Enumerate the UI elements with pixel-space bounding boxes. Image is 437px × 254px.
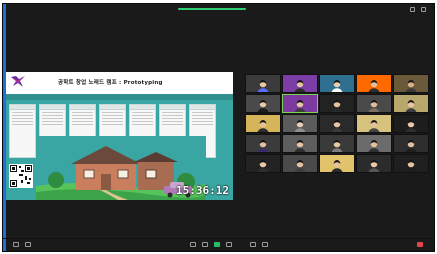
mic-icon[interactable] xyxy=(13,242,19,247)
participant-tile[interactable] xyxy=(282,74,318,93)
participant-tile[interactable] xyxy=(356,114,392,133)
end-meeting-button[interactable] xyxy=(417,242,423,247)
qr-code xyxy=(9,164,33,188)
participant-video-icon xyxy=(368,80,380,92)
record-icon[interactable] xyxy=(250,242,256,247)
participant-video-icon xyxy=(257,160,269,172)
slide-header: 공학트 창업 노래드 캠프 : Prototyping xyxy=(6,72,233,94)
view-icon[interactable] xyxy=(410,7,415,12)
participant-video-icon xyxy=(368,160,380,172)
participant-video-icon xyxy=(294,160,306,172)
participant-video-icon xyxy=(257,80,269,92)
video-meeting-window: 공학트 창업 노래드 캠프 : Prototyping 15:36:12 xyxy=(2,3,435,252)
participant-video-icon xyxy=(368,140,380,152)
active-speaker-indicator xyxy=(178,8,246,10)
participant-tile[interactable] xyxy=(245,74,281,93)
participant-tile[interactable] xyxy=(245,114,281,133)
chat-icon[interactable] xyxy=(226,242,232,247)
meeting-toolbar xyxy=(3,239,434,251)
participant-tile[interactable] xyxy=(356,134,392,153)
participant-video-icon xyxy=(294,140,306,152)
logo-icon xyxy=(11,76,25,87)
participant-video-icon xyxy=(257,100,269,112)
participant-tile[interactable] xyxy=(319,134,355,153)
participant-video-icon xyxy=(331,120,343,132)
participant-tile[interactable] xyxy=(245,94,281,113)
participant-video-icon xyxy=(331,80,343,92)
participant-gallery xyxy=(245,74,433,196)
share-screen-icon[interactable] xyxy=(214,242,220,247)
participant-video-icon xyxy=(294,100,306,112)
top-right-controls xyxy=(410,7,426,12)
participant-tile[interactable] xyxy=(393,134,429,153)
participant-tile[interactable] xyxy=(319,154,355,173)
participant-tile[interactable] xyxy=(393,94,429,113)
reactions-icon[interactable] xyxy=(262,242,268,247)
top-strip xyxy=(3,4,434,18)
participant-video-icon xyxy=(257,120,269,132)
security-icon[interactable] xyxy=(190,242,196,247)
timer-overlay: 15:36:12 xyxy=(176,184,229,197)
participant-video-icon xyxy=(294,80,306,92)
participant-tile[interactable] xyxy=(282,154,318,173)
participant-tile[interactable] xyxy=(282,134,318,153)
participant-tile[interactable] xyxy=(356,94,392,113)
participant-tile[interactable] xyxy=(319,114,355,133)
participant-tile[interactable] xyxy=(356,154,392,173)
participants-icon[interactable] xyxy=(202,242,208,247)
participant-tile[interactable] xyxy=(393,114,429,133)
participant-tile[interactable] xyxy=(282,94,318,113)
camera-icon[interactable] xyxy=(25,242,31,247)
screen: 공학트 창업 노래드 캠프 : Prototyping 15:36:12 xyxy=(0,0,437,254)
participant-video-icon xyxy=(405,140,417,152)
participant-video-icon xyxy=(405,80,417,92)
participant-video-icon xyxy=(405,120,417,132)
participant-tile[interactable] xyxy=(245,134,281,153)
board-card xyxy=(9,104,36,158)
participant-tile[interactable] xyxy=(282,114,318,133)
participant-tile[interactable] xyxy=(393,154,429,173)
participant-video-icon xyxy=(257,140,269,152)
participant-video-icon xyxy=(331,140,343,152)
participant-tile[interactable] xyxy=(245,154,281,173)
participant-video-icon xyxy=(294,120,306,132)
participant-video-icon xyxy=(331,160,343,172)
participant-tile[interactable] xyxy=(319,74,355,93)
participant-tile[interactable] xyxy=(319,94,355,113)
slide-body: 15:36:12 xyxy=(6,94,233,200)
participant-video-icon xyxy=(368,120,380,132)
slide-title: 공학트 창업 노래드 캠프 : Prototyping xyxy=(58,80,163,86)
shared-screen: 공학트 창업 노래드 캠프 : Prototyping 15:36:12 xyxy=(6,72,233,200)
participant-tile[interactable] xyxy=(393,74,429,93)
participant-video-icon xyxy=(405,160,417,172)
participant-tile[interactable] xyxy=(356,74,392,93)
participant-video-icon xyxy=(405,100,417,112)
slide-band xyxy=(6,94,233,100)
fullscreen-icon[interactable] xyxy=(421,7,426,12)
participant-video-icon xyxy=(331,100,343,112)
participant-video-icon xyxy=(368,100,380,112)
